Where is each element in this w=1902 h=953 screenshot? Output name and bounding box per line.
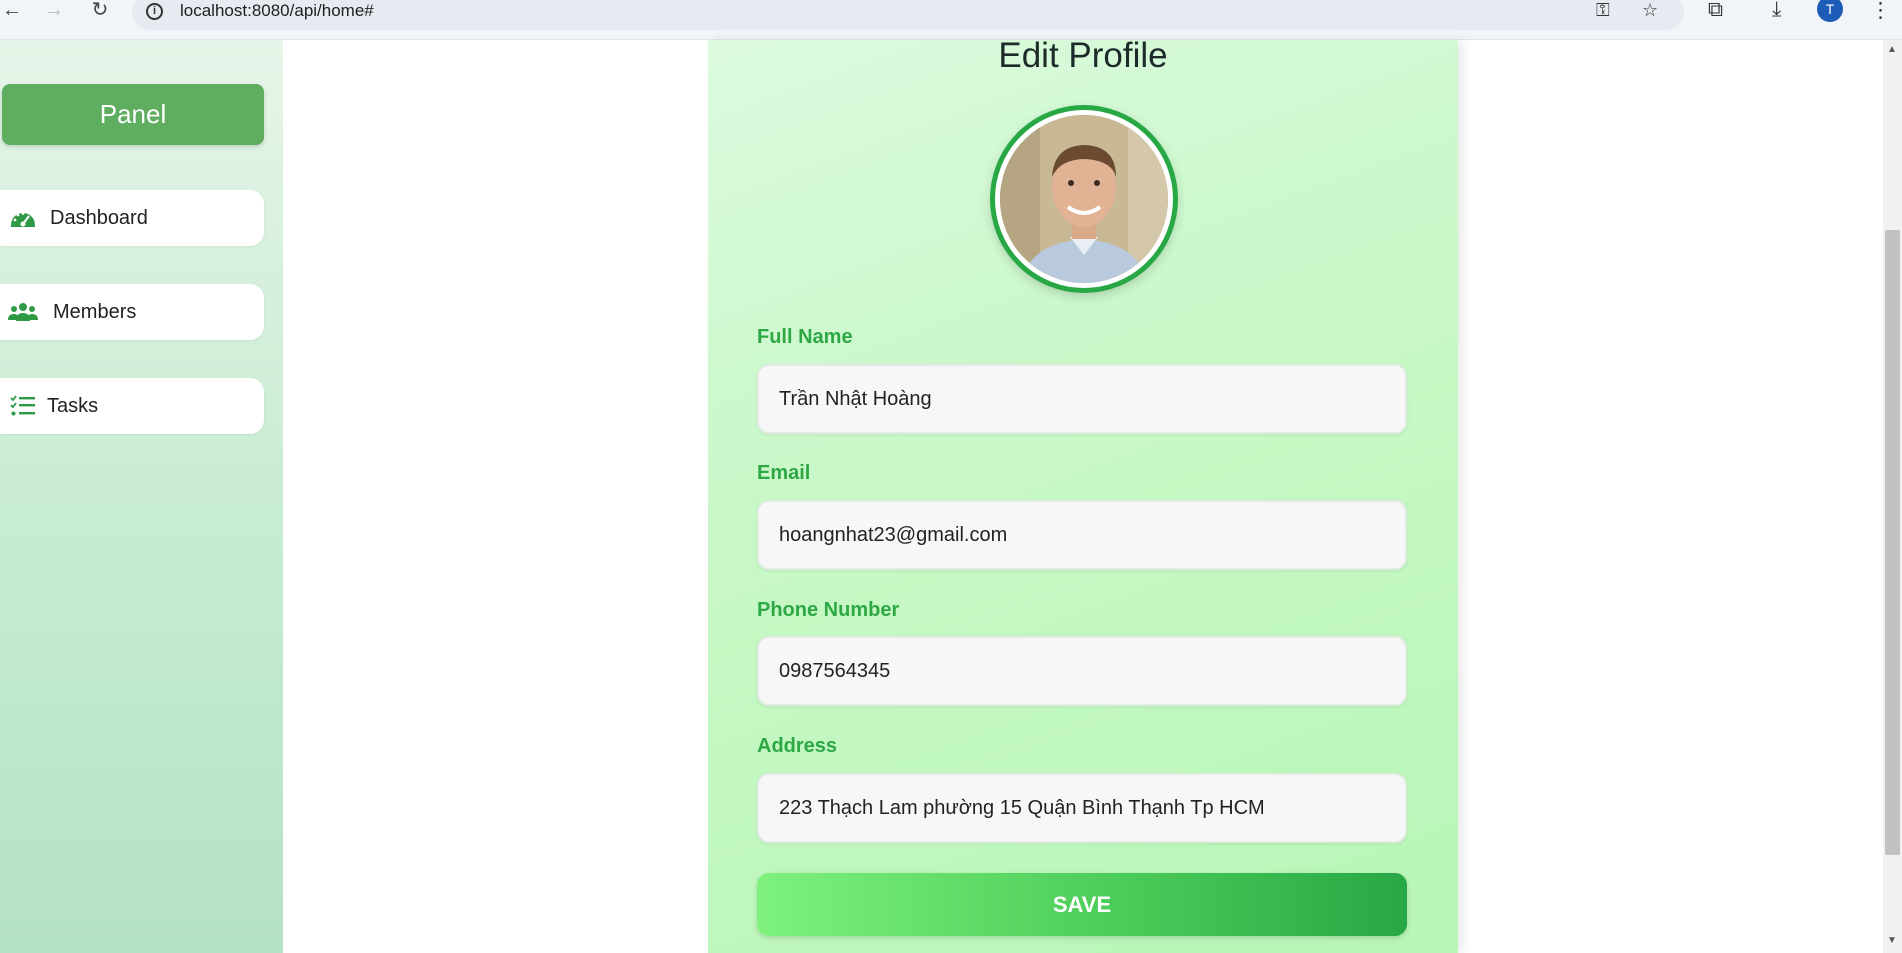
save-button[interactable]: SAVE — [757, 873, 1407, 936]
address-field[interactable] — [757, 773, 1407, 843]
reload-icon[interactable]: ↻ — [88, 0, 112, 22]
browser-menu-icon[interactable]: ⋮ — [1870, 0, 1891, 23]
gauge-icon — [8, 205, 38, 231]
page-scrollbar[interactable]: ▲ ▼ — [1883, 40, 1902, 953]
email-label: Email — [757, 462, 811, 484]
sidebar-item-label: Members — [53, 300, 137, 323]
checklist-icon — [8, 393, 38, 419]
scroll-thumb[interactable] — [1885, 230, 1900, 855]
panel-button[interactable]: Panel — [2, 84, 264, 145]
sidebar-item-tasks[interactable]: Tasks — [0, 378, 264, 434]
extensions-icon[interactable]: ⧉ — [1708, 0, 1723, 22]
sidebar-item-label: Dashboard — [50, 206, 148, 229]
address-bar[interactable]: i localhost:8080/api/home# ⚿ ☆ — [132, 0, 1684, 30]
password-key-icon[interactable]: ⚿ — [1596, 0, 1610, 21]
sidebar-item-label: Tasks — [47, 394, 99, 417]
download-icon[interactable]: ⤓ — [1772, 0, 1781, 22]
profile-avatar[interactable]: T — [1817, 0, 1843, 22]
scroll-up-icon[interactable]: ▲ — [1887, 44, 1897, 55]
sidebar-item-members[interactable]: Members — [0, 284, 264, 340]
full-name-field[interactable] — [757, 364, 1407, 434]
avatar[interactable] — [990, 105, 1178, 293]
url-text[interactable]: localhost:8080/api/home# — [180, 1, 374, 21]
back-icon[interactable]: ← — [0, 0, 24, 22]
forward-icon[interactable]: → — [42, 0, 66, 22]
phone-label: Phone Number — [757, 599, 900, 621]
sidebar-item-dashboard[interactable]: Dashboard — [0, 190, 264, 246]
site-info-icon[interactable]: i — [146, 3, 163, 20]
phone-field[interactable] — [757, 636, 1407, 706]
page-title: Edit Profile — [998, 36, 1168, 75]
browser-toolbar: ← → ↻ i localhost:8080/api/home# ⚿ ☆ ⧉ ⤓… — [0, 0, 1902, 40]
bookmark-star-icon[interactable]: ☆ — [1642, 0, 1658, 21]
address-label: Address — [757, 735, 838, 757]
edit-profile-card: Edit Profile Full Name Email Phone Numbe… — [708, 36, 1458, 953]
users-icon — [8, 299, 38, 325]
avatar-photo — [1000, 115, 1168, 283]
sidebar: Panel Dashboard Members Tasks — [0, 40, 283, 953]
email-field[interactable] — [757, 500, 1407, 570]
scroll-down-icon[interactable]: ▼ — [1887, 935, 1897, 946]
full-name-label: Full Name — [757, 326, 853, 348]
